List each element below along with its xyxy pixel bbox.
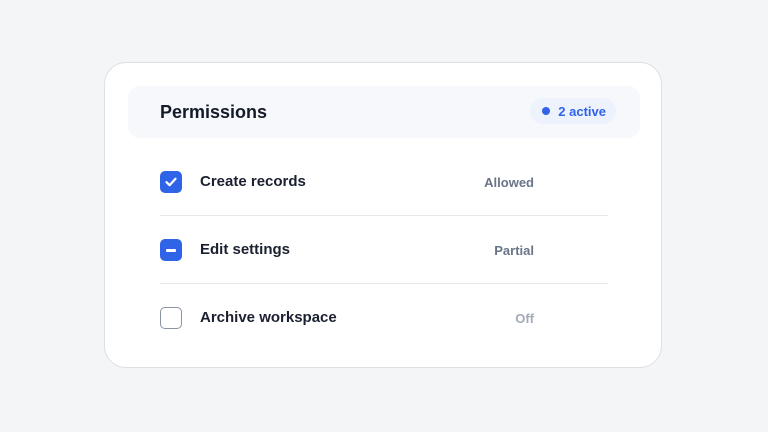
permission-row-create-records: Create records Allowed [160,148,608,216]
edit-settings-checkbox[interactable] [160,239,182,261]
archive-workspace-label: Archive workspace [200,309,337,326]
create-records-status: Allowed [484,175,534,190]
permission-row-archive-workspace: Archive workspace Off [160,284,608,352]
checkmark-icon [165,177,177,187]
active-count-text: 2 active [558,103,606,119]
active-count-badge: 2 active [530,98,616,124]
create-records-checkbox[interactable] [160,171,182,193]
archive-workspace-checkbox[interactable] [160,307,182,329]
status-dot-icon [542,107,551,115]
minus-icon [166,248,176,252]
permissions-header: Permissions 2 active [128,86,640,138]
permissions-title: Permissions [160,102,268,122]
permission-list: Create records Allowed Edit settings Par… [160,148,608,352]
create-records-label: Create records [200,173,306,190]
archive-workspace-status: Off [515,311,534,326]
permissions-card: Permissions 2 active Create records Allo… [104,62,662,368]
edit-settings-status: Partial [494,243,534,258]
permission-row-edit-settings: Edit settings Partial [160,216,608,284]
edit-settings-label: Edit settings [200,241,291,258]
